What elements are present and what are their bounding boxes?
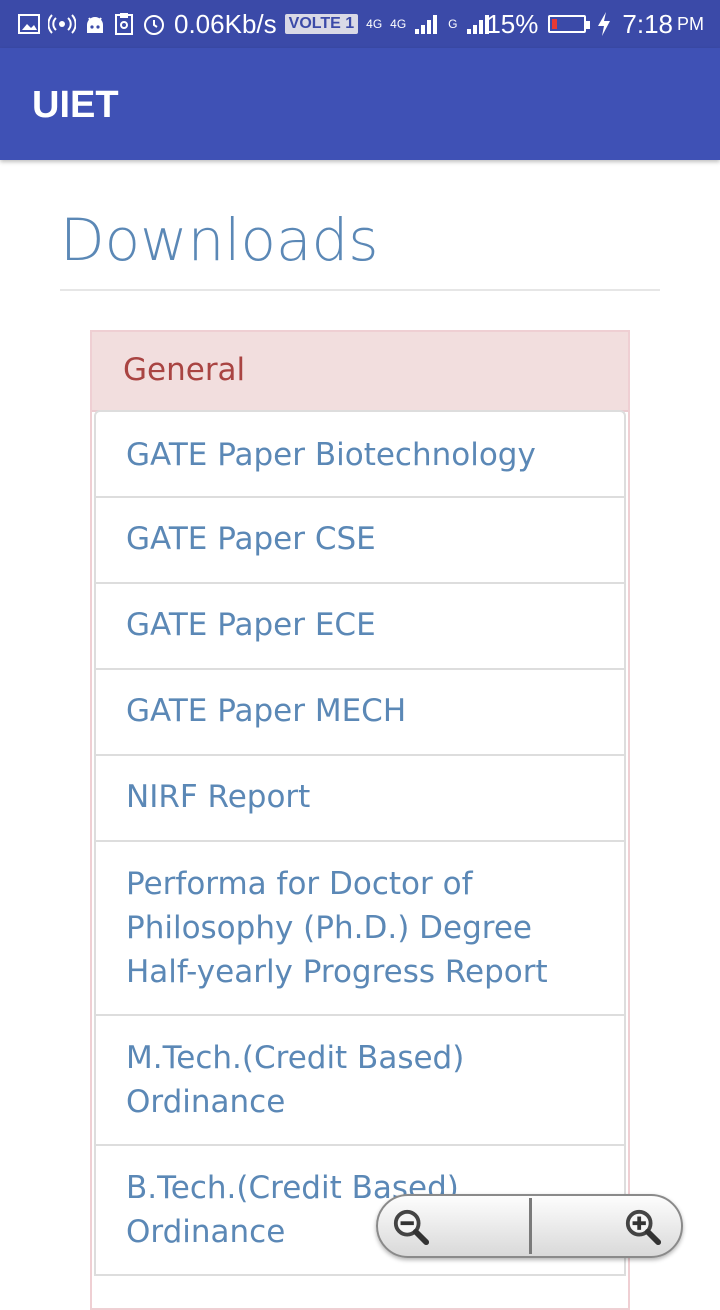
download-link-mtech-ordinance[interactable]: M.Tech.(Credit Based) Ordinance [94, 1016, 626, 1146]
zoom-in-button[interactable] [532, 1196, 682, 1256]
list-item-label[interactable]: GATE Paper MECH [126, 689, 600, 733]
network-type-1: 4G [366, 17, 383, 31]
zoom-controls [376, 1194, 683, 1258]
download-link-gate-ece[interactable]: GATE Paper ECE [94, 584, 626, 670]
network-speed: 0.06Kb/s [174, 9, 277, 39]
download-link-phd-progress-report[interactable]: Performa for Doctor of Philosophy (Ph.D.… [94, 842, 626, 1016]
alarm-icon [144, 15, 164, 35]
volte-badge: VOLTE 1 [284, 14, 359, 34]
list-item-label[interactable]: GATE Paper ECE [126, 603, 600, 647]
list-item-label[interactable]: GATE Paper Biotechnology [126, 433, 600, 477]
title-divider [60, 289, 660, 291]
download-link-nirf-report[interactable]: NIRF Report [94, 756, 626, 842]
network-type-2: 4G [390, 17, 407, 31]
battery-icon [548, 15, 591, 33]
hotspot-icon [48, 14, 76, 34]
download-link-gate-mech[interactable]: GATE Paper MECH [94, 670, 626, 756]
clock: 7:18 [622, 9, 673, 39]
app-bar: UIET [0, 48, 720, 160]
status-right: 15% 7:18 PM [486, 8, 704, 40]
list-item-label[interactable]: NIRF Report [126, 775, 600, 819]
panel-heading-label: General [123, 352, 246, 388]
signal-icon [415, 15, 438, 34]
download-link-gate-biotechnology[interactable]: GATE Paper Biotechnology [94, 410, 626, 498]
download-link-gate-cse[interactable]: GATE Paper CSE [94, 498, 626, 584]
battery-percent: 15% [486, 9, 539, 39]
zoom-out-icon [393, 1209, 430, 1246]
list-item-label[interactable]: GATE Paper CSE [126, 517, 600, 561]
status-left: 0.06Kb/s VOLTE 1 4G 4G G [18, 8, 492, 40]
downloads-panel: General GATE Paper Biotechnology GATE Pa… [90, 330, 630, 1310]
list-item-label[interactable]: Performa for Doctor of Philosophy (Ph.D.… [126, 862, 600, 994]
panel-heading: General [92, 332, 628, 412]
list-item-label[interactable]: M.Tech.(Credit Based) Ordinance [126, 1036, 600, 1124]
clock-ampm: PM [677, 14, 704, 34]
app-title: UIET [32, 84, 119, 126]
zoom-in-icon [625, 1209, 662, 1246]
clipboard-icon [115, 13, 133, 35]
battery-level [552, 19, 557, 29]
android-icon [87, 17, 103, 33]
network-type-3: G [448, 17, 458, 31]
zoom-out-button[interactable] [378, 1196, 528, 1256]
page-title: Downloads [60, 206, 379, 274]
image-icon [18, 14, 40, 34]
status-bar: 0.06Kb/s VOLTE 1 4G 4G G 15% 7:18 PM [0, 0, 720, 48]
charging-icon [598, 12, 611, 36]
